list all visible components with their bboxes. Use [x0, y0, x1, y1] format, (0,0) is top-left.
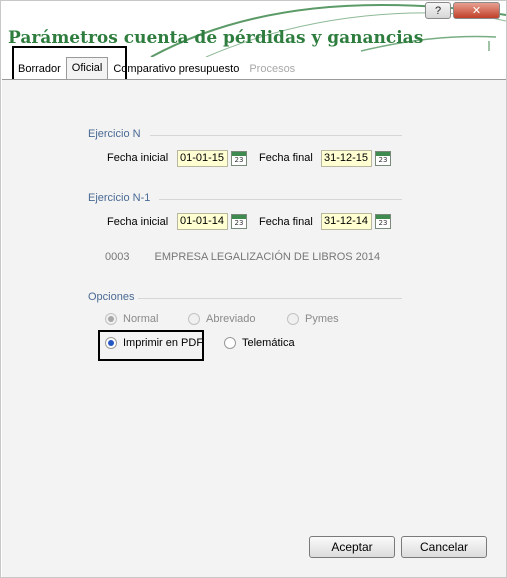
tab-oficial[interactable]: Oficial [65, 57, 109, 79]
fecha-inicial-n-input[interactable]: 01-01-15 [177, 150, 228, 167]
tab-procesos: Procesos [249, 63, 296, 75]
radio-pymes-label: Pymes [305, 313, 339, 325]
tab-bar: Borrador Oficial Comparativo presupuesto… [13, 57, 300, 79]
help-button[interactable]: ? [425, 2, 451, 19]
close-button[interactable]: ✕ [453, 2, 500, 19]
ejercicio-n-label: Ejercicio N [88, 128, 141, 140]
fecha-final-n1-input[interactable]: 31-12-14 [321, 213, 372, 230]
radio-imprimir-pdf[interactable]: Imprimir en PDF [105, 337, 203, 349]
ejercicio-n1-label: Ejercicio N-1 [88, 192, 151, 204]
radio-normal-label: Normal [123, 313, 159, 325]
cancel-button[interactable]: Cancelar [401, 536, 487, 558]
accept-button[interactable]: Aceptar [309, 536, 395, 558]
tab-borrador[interactable]: Borrador [13, 59, 66, 79]
radio-imprimir-pdf-label[interactable]: Imprimir en PDF [123, 337, 203, 349]
radio-pymes: Pymes [287, 313, 339, 325]
radio-abreviado: Abreviado [188, 313, 256, 325]
calendar-icon[interactable]: 23 [231, 214, 247, 229]
dialog-title: Parámetros cuenta de pérdidas y ganancia… [8, 28, 424, 48]
fecha-final-n-label: Fecha final [259, 152, 313, 164]
company-name: EMPRESA LEGALIZACIÓN DE LIBROS 2014 [154, 251, 381, 263]
opciones-label: Opciones [88, 291, 135, 303]
radio-dot [188, 313, 200, 325]
radio-dot[interactable] [105, 337, 117, 349]
close-icon: ✕ [471, 4, 482, 17]
company-info: 0003 EMPRESA LEGALIZACIÓN DE LIBROS 2014 [105, 251, 380, 263]
dialog-header: Parámetros cuenta de pérdidas y ganancia… [1, 1, 506, 57]
fecha-inicial-n-label: Fecha inicial [107, 152, 169, 164]
radio-normal: Normal [105, 313, 158, 325]
calendar-icon[interactable]: 23 [375, 214, 391, 229]
ejercicio-n1-divider [159, 199, 402, 200]
opciones-divider [138, 298, 402, 299]
radio-telematica-label[interactable]: Telemática [242, 337, 295, 349]
radio-dot[interactable] [224, 337, 236, 349]
help-icon: ? [434, 4, 442, 17]
calendar-icon[interactable]: 23 [231, 151, 247, 166]
dialog-window: Parámetros cuenta de pérdidas y ganancia… [0, 0, 507, 578]
radio-telematica[interactable]: Telemática [224, 337, 295, 349]
fecha-inicial-n1-input[interactable]: 01-01-14 [177, 213, 228, 230]
company-code: 0003 [105, 251, 130, 263]
radio-abreviado-label: Abreviado [206, 313, 256, 325]
radio-dot [287, 313, 299, 325]
fecha-inicial-n1-label: Fecha inicial [107, 216, 169, 228]
ejercicio-n-divider [150, 135, 402, 136]
calendar-icon[interactable]: 23 [375, 151, 391, 166]
fecha-final-n1-label: Fecha final [259, 216, 313, 228]
fecha-final-n-input[interactable]: 31-12-15 [321, 150, 372, 167]
radio-dot [105, 313, 117, 325]
tab-comparativo-presupuesto[interactable]: Comparativo presupuesto [108, 59, 244, 79]
tab-panel-oficial: Ejercicio N Fecha inicial 01-01-15 23 Fe… [2, 79, 506, 577]
